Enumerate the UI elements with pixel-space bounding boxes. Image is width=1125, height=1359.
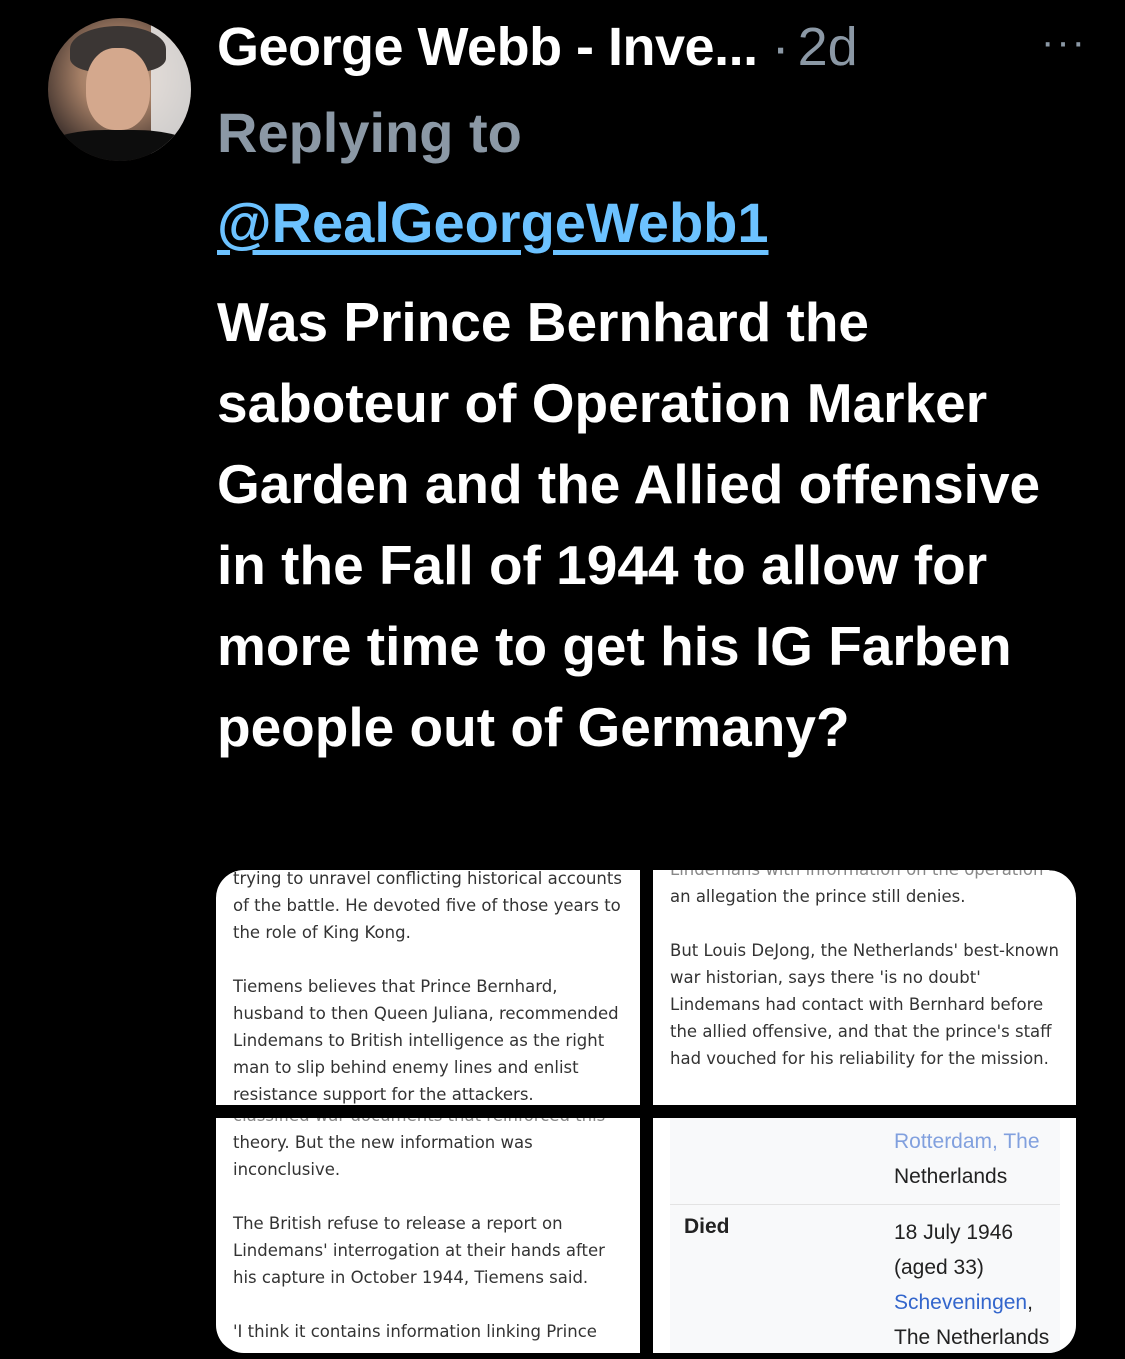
avatar-shirt — [48, 130, 191, 161]
born-place-country: Netherlands — [894, 1165, 1008, 1188]
media-image-2[interactable]: Lindemans with information on the operat… — [653, 870, 1076, 1105]
article-excerpt-2: Lindemans with information on the operat… — [670, 870, 1070, 1072]
tweet-header: George Webb - Inve... · 2d ··· — [217, 12, 1087, 82]
died-date: 18 July 1946 — [894, 1221, 1014, 1244]
excerpt-paragraph: 'I think it contains information linking… — [233, 1322, 597, 1341]
media-image-4[interactable]: Rotterdam, The Netherlands Died 18 July … — [653, 1118, 1076, 1353]
reply-handle-link[interactable]: @RealGeorgeWebb1 — [217, 190, 769, 255]
tweet-text: Was Prince Bernhard the saboteur of Oper… — [217, 291, 1041, 758]
avatar-face — [86, 48, 150, 130]
excerpt-cut-line: Lindemans with information on the operat… — [670, 870, 1070, 883]
infobox-label — [670, 1118, 888, 1204]
excerpt-paragraph: an allegation the prince still denies. — [670, 887, 966, 906]
author-avatar[interactable] — [48, 18, 191, 161]
wiki-infobox: Rotterdam, The Netherlands Died 18 July … — [670, 1118, 1060, 1353]
media-image-3[interactable]: classified war documents that reinforced… — [216, 1118, 640, 1353]
article-excerpt-1: trying to unravel conflicting historical… — [233, 870, 633, 1105]
article-excerpt-3: classified war documents that reinforced… — [233, 1118, 633, 1345]
infobox-value: 18 July 1946 (aged 33) Scheveningen, The… — [888, 1205, 1060, 1353]
excerpt-paragraph: theory. But the new information was inco… — [233, 1133, 533, 1179]
tweet-age[interactable]: 2d — [798, 16, 858, 78]
excerpt-cut-line: classified war documents that reinforced… — [233, 1118, 633, 1129]
died-place-link: Scheveningen — [894, 1291, 1028, 1314]
excerpt-paragraph: Tiemens believes that Prince Bernhard, h… — [233, 977, 619, 1104]
born-place-cut: Rotterdam, The — [894, 1130, 1040, 1153]
died-label: Died — [684, 1215, 730, 1238]
infobox-value: Rotterdam, The Netherlands — [888, 1118, 1060, 1204]
died-age: (aged 33) — [894, 1256, 984, 1279]
media-grid: trying to unravel conflicting historical… — [216, 870, 1076, 1353]
author-name[interactable]: George Webb - Inve... — [217, 16, 758, 78]
died-country: The Netherlands — [894, 1326, 1050, 1349]
died-place-comma: , — [1027, 1291, 1033, 1314]
infobox-row-died: Died 18 July 1946 (aged 33) Scheveningen… — [670, 1205, 1060, 1353]
media-image-1[interactable]: trying to unravel conflicting historical… — [216, 870, 640, 1105]
header-separator: · — [771, 17, 790, 77]
excerpt-paragraph: The British refuse to release a report o… — [233, 1214, 605, 1287]
replying-to-label: Replying to — [217, 101, 522, 164]
more-options-icon[interactable]: ··· — [1041, 20, 1087, 65]
infobox-row-born: Rotterdam, The Netherlands — [670, 1118, 1060, 1205]
excerpt-paragraph: But Louis DeJong, the Netherlands' best-… — [670, 941, 1059, 1068]
excerpt-paragraph: trying to unravel conflicting historical… — [233, 870, 622, 942]
